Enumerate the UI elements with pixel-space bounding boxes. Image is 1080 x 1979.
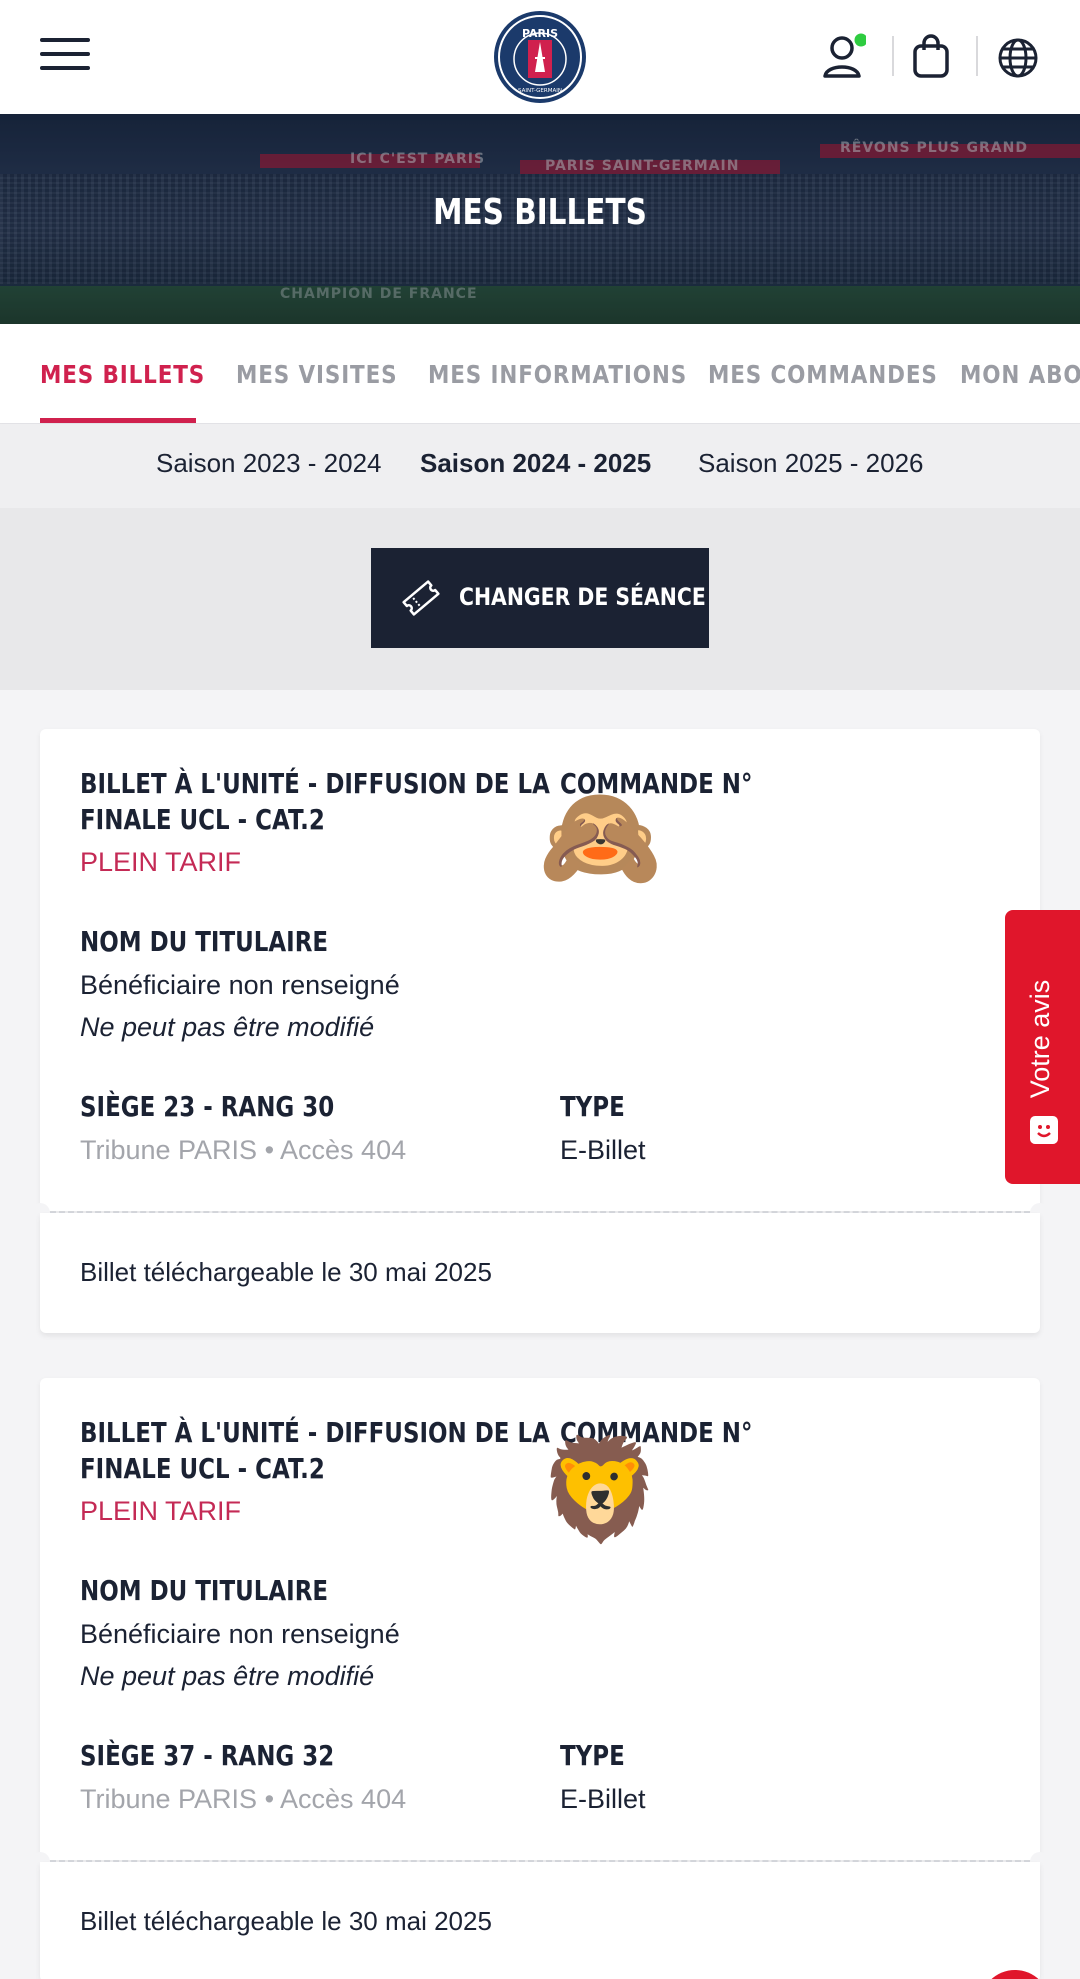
hero-banner: ICI C'EST PARIS PARIS SAINT-GERMAIN RÊVO… [0, 114, 1080, 324]
seat-label: SIÈGE 23 - RANG 30 [80, 1090, 335, 1123]
tab-mes-visites[interactable]: MES VISITES [236, 360, 397, 389]
tab-mes-commandes[interactable]: MES COMMANDES [708, 360, 938, 389]
order-number-emoji: 🦁 [538, 1431, 663, 1548]
account-tabs: MES BILLETS MES VISITES MES INFORMATIONS… [0, 324, 1080, 424]
feedback-label: Votre avis [1025, 979, 1055, 1099]
ticket-icon [402, 580, 440, 616]
season-selector: Saison 2023 - 2024 Saison 2024 - 2025 Sa… [0, 424, 1080, 508]
bag-icon[interactable] [910, 32, 954, 80]
top-header: PARIS SAINT-GERMAIN [0, 0, 1080, 114]
seat-location: Tribune PARIS • Accès 404 [80, 1135, 407, 1165]
tab-mes-informations[interactable]: MES INFORMATIONS [428, 360, 687, 389]
type-label: TYPE [560, 1090, 625, 1123]
season-2025-2026[interactable]: Saison 2025 - 2026 [698, 448, 924, 479]
seat-location: Tribune PARIS • Accès 404 [80, 1784, 407, 1814]
globe-icon[interactable] [996, 32, 1040, 80]
change-session-area: CHANGER DE SÉANCE [0, 508, 1080, 690]
change-session-button[interactable]: CHANGER DE SÉANCE [371, 548, 709, 648]
ticket-title-line1: BILLET À L'UNITÉ - DIFFUSION DE LA [80, 767, 550, 800]
svg-text:SAINT-GERMAIN: SAINT-GERMAIN [518, 88, 562, 94]
download-info: Billet téléchargeable le 30 mai 2025 [80, 1257, 492, 1287]
smiley-icon [1030, 1116, 1058, 1144]
holder-value: Bénéficiaire non renseigné [80, 970, 400, 1000]
ticket-title-line2: FINALE UCL - CAT.2 [80, 1452, 325, 1485]
change-session-label: CHANGER DE SÉANCE [459, 583, 706, 611]
type-label: TYPE [560, 1739, 625, 1772]
holder-label: NOM DU TITULAIRE [80, 925, 329, 958]
active-tab-indicator [40, 418, 196, 423]
feedback-button[interactable]: Votre avis [1005, 910, 1080, 1184]
ticket-title-line1: BILLET À L'UNITÉ - DIFFUSION DE LA [80, 1416, 550, 1449]
ticket-tarif: PLEIN TARIF [80, 847, 242, 877]
ticket-tarif: PLEIN TARIF [80, 1496, 242, 1526]
tab-mon-abonnement[interactable]: MON ABONNEMENT [960, 360, 1080, 389]
type-value: E-Billet [560, 1135, 646, 1165]
psg-logo[interactable]: PARIS SAINT-GERMAIN [493, 10, 587, 104]
holder-label: NOM DU TITULAIRE [80, 1574, 329, 1607]
page-title: MES BILLETS [433, 192, 647, 233]
season-2024-2025[interactable]: Saison 2024 - 2025 [420, 448, 651, 479]
order-number-emoji: 🙈 [538, 778, 663, 895]
type-value: E-Billet [560, 1784, 646, 1814]
seat-label: SIÈGE 37 - RANG 32 [80, 1739, 335, 1772]
ticket-title-line2: FINALE UCL - CAT.2 [80, 803, 325, 836]
account-icon[interactable] [822, 32, 868, 80]
svg-text:PARIS: PARIS [522, 27, 558, 40]
season-2023-2024[interactable]: Saison 2023 - 2024 [156, 448, 382, 479]
tab-mes-billets[interactable]: MES BILLETS [40, 360, 205, 389]
holder-note: Ne peut pas être modifié [80, 1661, 375, 1691]
holder-note: Ne peut pas être modifié [80, 1012, 375, 1042]
download-info: Billet téléchargeable le 30 mai 2025 [80, 1906, 492, 1936]
menu-icon[interactable] [40, 38, 90, 70]
holder-value: Bénéficiaire non renseigné [80, 1619, 400, 1649]
